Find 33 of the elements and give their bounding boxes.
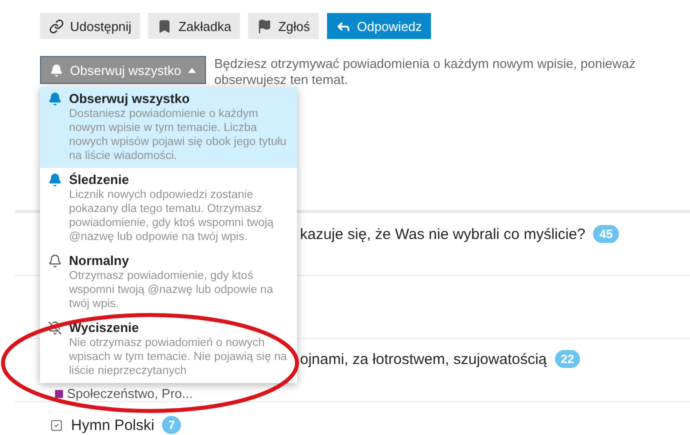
flag-button[interactable]: Zgłoś — [248, 13, 319, 39]
share-button[interactable]: Udostępnij — [40, 13, 140, 39]
menu-option[interactable]: Normalny Otrzymasz powiadomienie, gdy ktoś wspomni twoją @nazwę lub odpowie na twój wpis. — [40, 249, 297, 316]
option-description: Dostaniesz powiadomienie o każdym nowym wpisie w tym temacie. Liczba nowych wpisów pojawi się obok jego tytułu na liście wiadomości. — [69, 107, 288, 163]
option-title: Normalny — [69, 253, 130, 269]
option-description: Nie otrzymasz powiadomień o nowych wpisach w tym temacie. Nie pojawią się na liście nieprzeczytanych — [69, 336, 288, 378]
menu-option[interactable]: Śledzenie Licznik nowych odpowiedzi zostanie pokazany dla tego tematu. Otrzymasz powiadomienie, gdy ktoś wspomni twoją @nazwę lub odpowie na twój wpis. — [40, 168, 297, 249]
menu-option[interactable]: Obserwuj wszystko Dostaniesz powiadomienie o każdym nowym wpisie w tym temacie. Liczba nowych wpisów pojawi się obok jego tytułu na liście wiadomości. — [40, 87, 297, 168]
option-title: Obserwuj wszystko — [69, 91, 191, 107]
reply-button[interactable]: Odpowiedz — [326, 13, 432, 39]
unread-count: 45 — [593, 225, 619, 243]
option-title: Śledzenie — [69, 172, 130, 188]
flag-icon — [257, 18, 272, 34]
unread-count: 22 — [554, 350, 580, 368]
option-description: Licznik nowych odpowiedzi zostanie pokazany dla tego tematu. Otrzymasz powiadomienie, gdy ktoś wspomni twoją @nazwę lub odpowie na twój wpis. — [69, 188, 275, 244]
unread-count: 7 — [162, 416, 182, 434]
option-description: Otrzymasz powiadomienie, gdy ktoś wspomni twoją @nazwę lub odpowie na twój wpis. — [69, 269, 274, 311]
bell-icon — [50, 64, 63, 76]
topic-title[interactable]: kazuje się, że Was nie wybrali co myślicie? — [300, 226, 586, 242]
bell-off-icon — [48, 321, 62, 335]
bell-icon — [48, 92, 62, 106]
category-name[interactable]: Społeczeństwo, Pro... — [67, 386, 193, 401]
menu-option[interactable]: Wyciszenie Nie otrzymasz powiadomień o nowych wpisach w tym temacie. Nie pojawią się na liście nieprzeczytanych — [40, 316, 297, 383]
caret-icon — [188, 68, 196, 72]
topic-title[interactable]: ojnami, za łotrostwem, szujowatością — [300, 350, 547, 368]
option-title: Wyciszenie — [69, 320, 140, 336]
bookmark-button[interactable]: Zakładka — [148, 13, 240, 39]
bell-icon — [48, 254, 62, 268]
topic-title[interactable]: Hymn Polski — [71, 416, 154, 434]
link-icon — [49, 18, 64, 34]
bookmark-icon — [157, 18, 172, 34]
notification-description: Będziesz otrzymywać powiadomienia o każdym nowym wpisie, ponieważ obserwujesz ten temat. — [214, 56, 636, 88]
bell-icon — [48, 173, 62, 187]
